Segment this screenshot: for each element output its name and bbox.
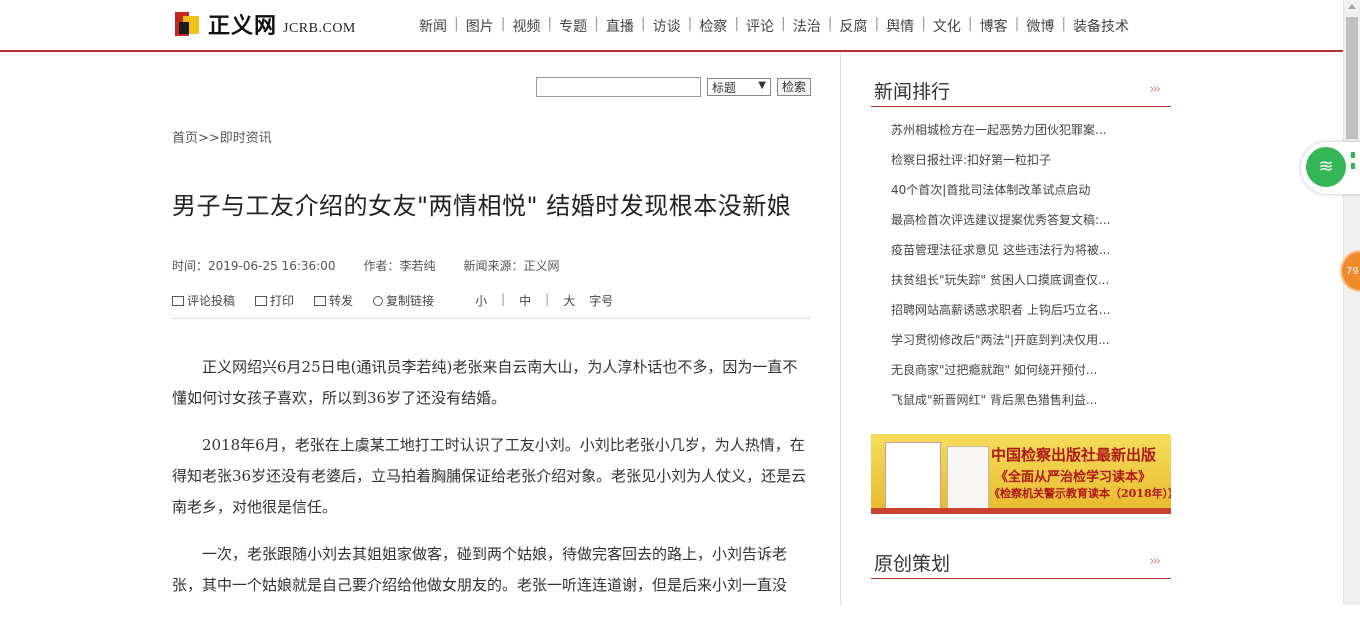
font-size-small[interactable]: 小 bbox=[475, 292, 487, 309]
ranking-item[interactable]: 检察日报社评:扣好第一粒扣子 bbox=[891, 147, 1111, 177]
copy-link-button[interactable]: 复制链接 bbox=[373, 292, 434, 309]
comment-icon bbox=[172, 295, 184, 306]
ranking-header: 新闻排行 ››› bbox=[871, 80, 1171, 107]
nav-item-law[interactable]: 法治 bbox=[786, 16, 828, 36]
search-type-value: 标题 bbox=[712, 80, 737, 95]
original-header: 原创策划 ››› bbox=[871, 552, 1171, 579]
article-paragraph: 正义网绍兴6月25日电(通讯员李若纯)老张来自云南大山，为人淳朴话也不多，因为一… bbox=[172, 358, 798, 407]
wifi-widget[interactable]: ≋ bbox=[1301, 142, 1360, 194]
nav-item-culture[interactable]: 文化 bbox=[926, 16, 968, 36]
signal-icon bbox=[1351, 152, 1357, 182]
article-meta: 时间：2019-06-25 16:36:00 作者：李若纯 新闻来源：正义网 bbox=[172, 257, 587, 274]
search-input[interactable] bbox=[536, 77, 701, 97]
breadcrumb[interactable]: 首页>>即时资讯 bbox=[172, 127, 272, 146]
banner-line-2: 《全面从严治检学习读本》 bbox=[995, 470, 1152, 485]
article-paragraph: 2018年6月，老张在上虞某工地打工时认识了工友小刘。小刘比老张小几岁，为人热情… bbox=[172, 436, 807, 516]
speed-value: 79 bbox=[1346, 266, 1359, 277]
nav-item-pictures[interactable]: 图片 bbox=[459, 16, 501, 36]
nav-item-interview[interactable]: 访谈 bbox=[646, 16, 688, 36]
original-title: 原创策划 bbox=[874, 553, 951, 575]
font-size-medium[interactable]: 中 bbox=[519, 292, 531, 309]
ranking-item[interactable]: 学习贯彻修改后"两法"|开庭到判决仅用... bbox=[891, 327, 1111, 357]
banner-stripe bbox=[871, 508, 1171, 514]
nav-item-equipment[interactable]: 装备技术 bbox=[1066, 16, 1136, 36]
forward-button[interactable]: 转发 bbox=[314, 292, 353, 309]
scroll-thumb[interactable] bbox=[1346, 17, 1358, 139]
scroll-up-arrow-icon[interactable] bbox=[1348, 4, 1356, 9]
logo-text-en: JCRB.COM bbox=[283, 21, 356, 36]
ranking-item[interactable]: 疫苗管理法征求意见 这些违法行为将被... bbox=[891, 237, 1111, 267]
ranking-item[interactable]: 无良商家"过把瘾就跑" 如何绕开预付... bbox=[891, 357, 1111, 387]
comment-label: 评论投稿 bbox=[187, 294, 236, 308]
banner-line-3: 《检察机关警示教育读本（2018年）》 bbox=[989, 487, 1171, 500]
nav-item-procuratorate[interactable]: 检察 bbox=[692, 16, 734, 36]
font-size-controls: 小 | 中 | 大 字号 bbox=[475, 292, 614, 309]
search-bar: 标题 ▼ 检索 bbox=[536, 77, 812, 97]
print-button[interactable]: 打印 bbox=[255, 292, 294, 309]
nav-item-news[interactable]: 新闻 bbox=[412, 16, 454, 36]
search-type-select[interactable]: 标题 ▼ bbox=[707, 78, 771, 96]
nav-item-anticorruption[interactable]: 反腐 bbox=[832, 16, 874, 36]
ranking-item[interactable]: 飞鼠成"新晋网红" 背后黑色猎售利益... bbox=[891, 387, 1111, 417]
ranking-list: 苏州相城检方在一起恶势力团伙犯罪案... 检察日报社评:扣好第一粒扣子 40个首… bbox=[891, 117, 1111, 417]
font-size-large[interactable]: 大 bbox=[563, 292, 575, 309]
font-size-label: 字号 bbox=[589, 294, 614, 308]
article-toolbar: 评论投稿 打印 转发 复制链接 小 | 中 | 大 字号 bbox=[172, 292, 811, 319]
original-more-icon[interactable]: ››› bbox=[1149, 554, 1161, 569]
search-button[interactable]: 检索 bbox=[777, 78, 812, 96]
book-ad-banner[interactable]: 中国检察出版社最新出版 《全面从严治检学习读本》 《检察机关警示教育读本（201… bbox=[871, 434, 1171, 514]
ranking-item[interactable]: 40个首次|首批司法体制改革试点启动 bbox=[891, 177, 1111, 207]
nav-item-blog[interactable]: 博客 bbox=[973, 16, 1015, 36]
print-icon bbox=[255, 295, 268, 306]
book-cover-image bbox=[885, 442, 941, 510]
logo-text-cn: 正义网 bbox=[208, 13, 278, 39]
link-icon bbox=[373, 295, 384, 306]
site-header: 正义网 JCRB.COM 新闻 | 图片 | 视频 | 专题 | 直播 | 访谈 | 检察 |… bbox=[0, 0, 1343, 52]
mail-icon bbox=[314, 295, 327, 306]
ranking-item[interactable]: 苏州相城检方在一起恶势力团伙犯罪案... bbox=[891, 117, 1111, 147]
page-scrollbar[interactable] bbox=[1343, 0, 1360, 605]
article-paragraph: 一次，老张跟随小刘去其姐姐家做客，碰到两个姑娘，待做完客回去的路上，小刘告诉老张… bbox=[172, 545, 788, 594]
nav-item-weibo[interactable]: 微博 bbox=[1019, 16, 1061, 36]
copy-link-label: 复制链接 bbox=[386, 294, 435, 308]
book-cover-image bbox=[947, 446, 989, 510]
nav-item-topics[interactable]: 专题 bbox=[552, 16, 594, 36]
logo-mark-icon bbox=[175, 10, 205, 38]
article-source: 新闻来源：正义网 bbox=[463, 259, 560, 273]
nav-item-comment[interactable]: 评论 bbox=[739, 16, 781, 36]
ranking-item[interactable]: 扶贫组长"玩失踪" 贫困人口摸底调查仅... bbox=[891, 267, 1111, 297]
print-label: 打印 bbox=[270, 294, 295, 308]
main-nav: 新闻 | 图片 | 视频 | 专题 | 直播 | 访谈 | 检察 | 评论 | 法治 | 反腐 | … bbox=[412, 16, 1136, 36]
wifi-icon: ≋ bbox=[1306, 147, 1346, 187]
comment-button[interactable]: 评论投稿 bbox=[172, 292, 235, 309]
site-logo[interactable]: 正义网 JCRB.COM bbox=[175, 8, 356, 40]
column-divider bbox=[840, 52, 841, 605]
article-title: 男子与工友介绍的女友"两情相悦" 结婚时发现根本没新娘 bbox=[172, 192, 792, 220]
article-body: 正义网绍兴6月25日电(通讯员李若纯)老张来自云南大山，为人淳朴话也不多，因为一… bbox=[172, 352, 812, 617]
forward-label: 转发 bbox=[329, 294, 354, 308]
article-time: 时间：2019-06-25 16:36:00 bbox=[172, 259, 336, 273]
nav-item-public-opinion[interactable]: 舆情 bbox=[879, 16, 921, 36]
dropdown-arrow-icon: ▼ bbox=[758, 80, 766, 91]
ranking-item[interactable]: 招聘网站高薪诱惑求职者 上钩后巧立名... bbox=[891, 297, 1111, 327]
ranking-item[interactable]: 最高检首次评选建议提案优秀答复文稿:... bbox=[891, 207, 1111, 237]
nav-item-live[interactable]: 直播 bbox=[599, 16, 641, 36]
ranking-more-icon[interactable]: ››› bbox=[1149, 82, 1161, 97]
article-author: 作者：李若纯 bbox=[363, 259, 436, 273]
nav-item-video[interactable]: 视频 bbox=[505, 16, 547, 36]
banner-line-1: 中国检察出版社最新出版 bbox=[991, 446, 1157, 464]
ranking-title: 新闻排行 bbox=[874, 81, 951, 103]
